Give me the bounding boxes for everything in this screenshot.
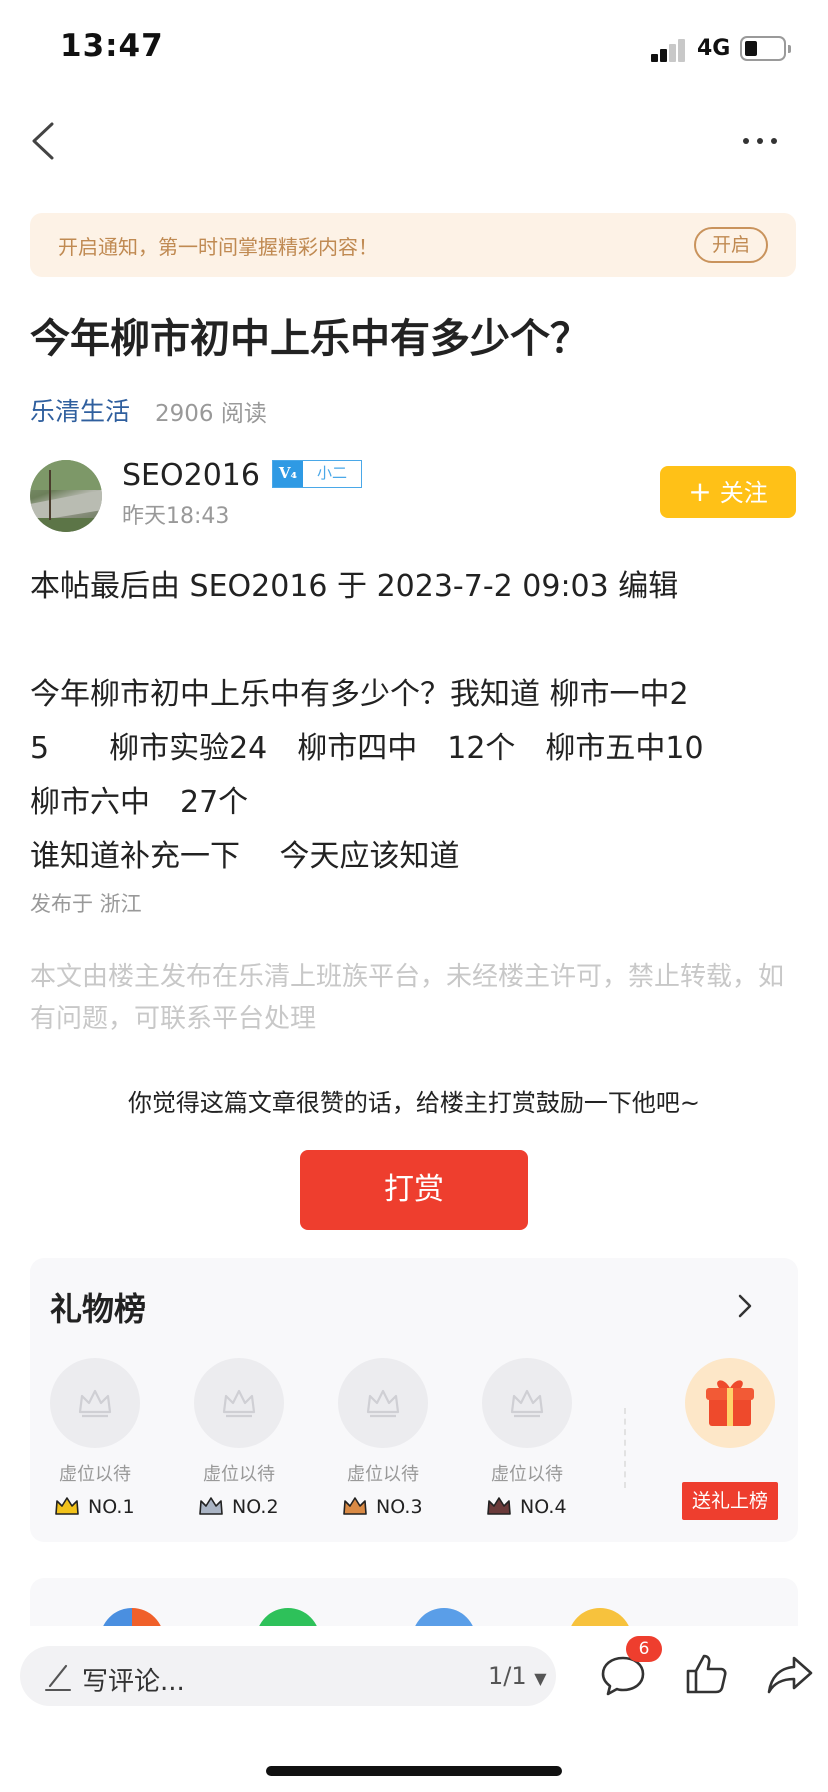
- home-indicator: [266, 1766, 562, 1776]
- edit-note: 本帖最后由 SEO2016 于 2023-7-2 09:03 编辑: [30, 569, 679, 604]
- slot-rank: NO.3: [342, 1496, 428, 1518]
- divider: [624, 1408, 626, 1488]
- body-line: 5 柳市实验24 柳市四中 12个 柳市五中10: [30, 731, 704, 766]
- body-line: 柳市六中 27个: [30, 785, 249, 820]
- gift-board: 礼物榜 虚位以待 NO.1 虚位以待 NO.2 虚位以待 NO.3 虚位以待 N…: [30, 1258, 798, 1542]
- gift-icon-button[interactable]: [685, 1358, 775, 1448]
- gift-slot-1[interactable]: 虚位以待 NO.1: [50, 1358, 140, 1518]
- reward-prompt: 你觉得这篇文章很赞的话，给楼主打赏鼓励一下他吧~: [127, 1089, 701, 1117]
- body-line: 谁知道补充一下 今天应该知道: [30, 839, 460, 874]
- gift-board-more-button[interactable]: [732, 1288, 758, 1324]
- comment-placeholder: 写评论...: [82, 1667, 185, 1697]
- crown-outline-icon: [366, 1389, 400, 1418]
- slot-caption: 虚位以待: [203, 1464, 275, 1485]
- more-button[interactable]: [740, 130, 780, 150]
- send-gift-button[interactable]: 送礼上榜: [682, 1482, 778, 1520]
- level-badge: V₄ 小二: [272, 460, 362, 488]
- post-location: 发布于 浙江: [30, 892, 142, 916]
- vip-icon: V₄: [273, 461, 303, 487]
- circle-link[interactable]: 乐清生活: [30, 392, 130, 428]
- body-line: 今年柳市初中上乐中有多少个？我知道 柳市一中2: [30, 677, 689, 712]
- caret-down-icon: ▼: [534, 1669, 547, 1688]
- empty-crown-avatar: [50, 1358, 140, 1448]
- bottom-action-bar: 写评论... 1/1 ▼ 6: [0, 1626, 828, 1792]
- post-time: 昨天18:43: [122, 504, 230, 529]
- crown-outline-icon: [510, 1389, 544, 1418]
- slot-rank: NO.2: [198, 1496, 284, 1518]
- slot-rank: NO.1: [54, 1496, 140, 1518]
- gift-slot-3[interactable]: 虚位以待 NO.3: [338, 1358, 428, 1518]
- level-label: 小二: [316, 464, 347, 482]
- slot-caption: 虚位以待: [491, 1464, 563, 1485]
- back-button[interactable]: [22, 116, 66, 166]
- plus-icon: +: [688, 475, 712, 508]
- comment-input[interactable]: 写评论... 1/1 ▼: [20, 1646, 556, 1706]
- network-label: 4G: [697, 36, 731, 61]
- empty-crown-avatar: [338, 1358, 428, 1448]
- gift-slot-4[interactable]: 虚位以待 NO.4: [482, 1358, 572, 1518]
- enable-notification-button[interactable]: 开启: [694, 227, 768, 263]
- page-indicator[interactable]: 1/1 ▼: [488, 1662, 547, 1690]
- follow-button[interactable]: + 关注: [660, 466, 796, 518]
- reward-button[interactable]: 打赏: [300, 1150, 528, 1230]
- gift-slot-2[interactable]: 虚位以待 NO.2: [194, 1358, 284, 1518]
- signal-icon: [651, 38, 687, 62]
- notice-text: 开启通知，第一时间掌握精彩内容！: [58, 235, 378, 259]
- status-time: 13:47: [60, 28, 164, 64]
- more-dots-icon: [743, 138, 749, 144]
- slot-caption: 虚位以待: [347, 1464, 419, 1485]
- crown-rank-icon: [199, 1497, 223, 1515]
- crown-outline-icon: [78, 1389, 112, 1418]
- post-title: 今年柳市初中上乐中有多少个？: [30, 316, 590, 362]
- slot-rank: NO.4: [486, 1496, 572, 1518]
- battery-icon: [740, 36, 791, 61]
- crown-rank-icon: [343, 1497, 367, 1515]
- slot-caption: 虚位以待: [59, 1464, 131, 1485]
- share-options-card: [30, 1578, 798, 1630]
- notification-banner: 开启通知，第一时间掌握精彩内容！ 开启: [30, 213, 796, 277]
- copyright-disclaimer: 本文由楼主发布在乐清上班族平台，未经楼主许可，禁止转载，如有问题，可联系平台处理: [30, 962, 785, 1034]
- comment-count-badge: 6: [626, 1636, 662, 1662]
- follow-label: 关注: [719, 479, 768, 507]
- read-count: 2906 阅读: [155, 401, 267, 427]
- crown-rank-icon: [55, 1497, 79, 1515]
- empty-crown-avatar: [194, 1358, 284, 1448]
- crown-outline-icon: [222, 1389, 256, 1418]
- empty-crown-avatar: [482, 1358, 572, 1448]
- author-name[interactable]: SEO2016: [122, 458, 260, 493]
- gift-box-icon: [706, 1380, 754, 1426]
- gift-board-title: 礼物榜: [50, 1290, 147, 1328]
- pencil-icon: [45, 1664, 71, 1691]
- chevron-left-icon: [32, 122, 54, 160]
- chevron-right-icon: [738, 1294, 752, 1318]
- avatar[interactable]: [30, 460, 102, 532]
- crown-rank-icon: [487, 1497, 511, 1515]
- thumbs-up-icon[interactable]: [684, 1652, 728, 1696]
- share-arrow-icon[interactable]: [766, 1654, 814, 1696]
